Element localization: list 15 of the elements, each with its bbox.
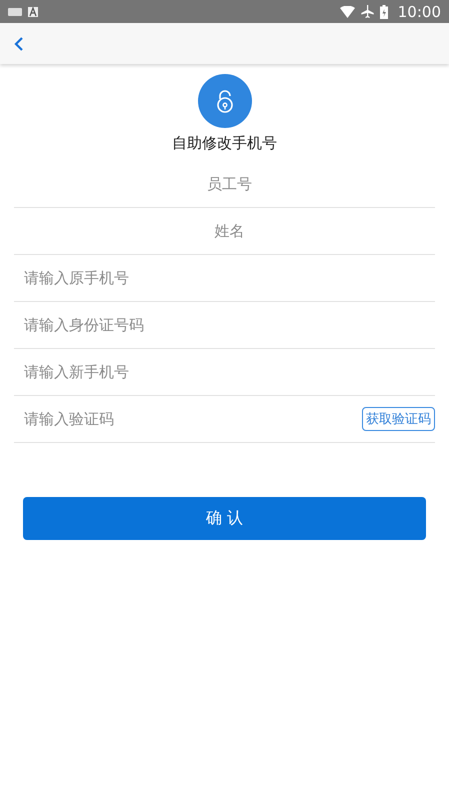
confirm-button[interactable]: 确 认	[23, 497, 426, 540]
battery-icon	[380, 4, 388, 18]
text-icon	[28, 6, 38, 16]
airplane-icon	[360, 5, 374, 18]
lock-icon	[216, 89, 234, 113]
input-field[interactable]: 请输入原手机号	[24, 263, 435, 293]
input-field[interactable]: 请输入验证码	[24, 404, 362, 434]
input-field[interactable]: 请输入新手机号	[24, 357, 435, 387]
page-title: 自助修改手机号	[172, 134, 277, 153]
input-field[interactable]: 员工号	[24, 169, 435, 199]
wifi-icon	[340, 6, 355, 18]
input-field[interactable]: 请输入身份证号码	[24, 310, 435, 340]
input-field[interactable]: 姓名	[24, 216, 435, 246]
clock-time: 10:00	[398, 2, 441, 20]
get-code-button[interactable]: 获取验证码	[362, 407, 435, 431]
